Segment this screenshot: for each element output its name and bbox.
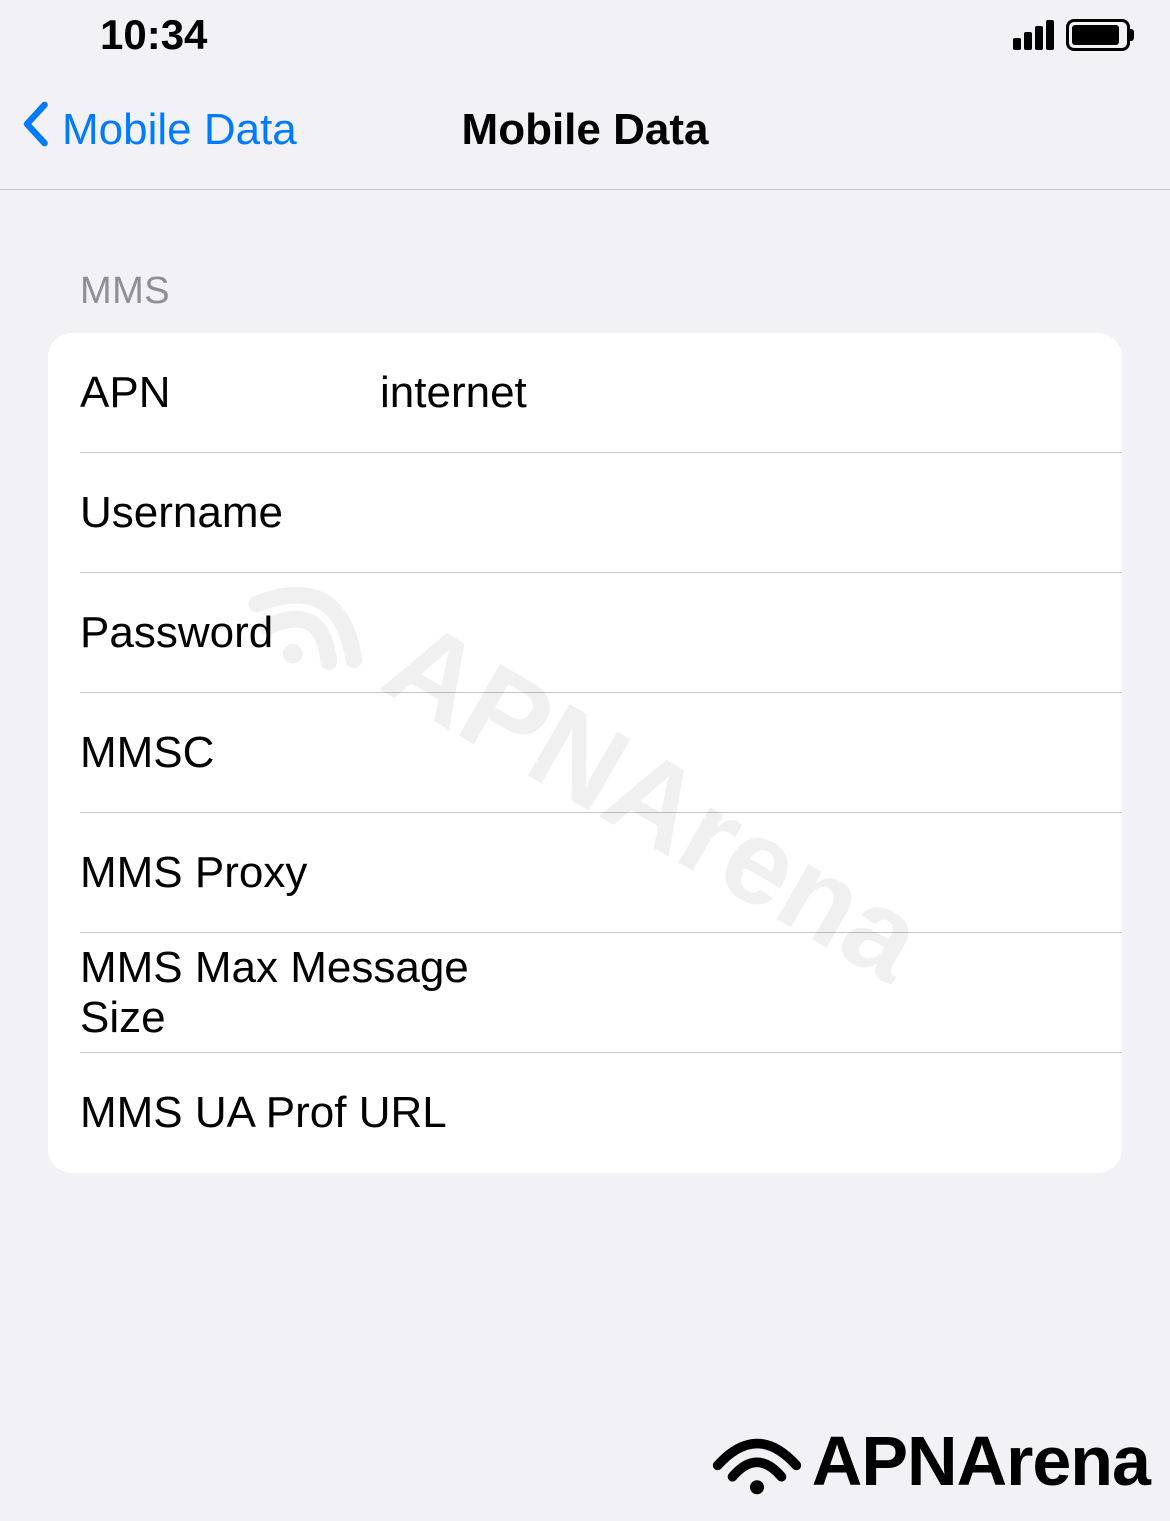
row-label: Username xyxy=(80,488,380,538)
chevron-left-icon xyxy=(20,100,50,159)
section-header-mms: MMS xyxy=(48,270,1122,313)
apn-input[interactable] xyxy=(380,368,1090,418)
row-label: Password xyxy=(80,608,380,658)
content-area: MMS APN Username Password MMSC MMS Proxy xyxy=(0,190,1170,1173)
settings-row-apn[interactable]: APN xyxy=(48,333,1122,453)
navigation-bar: Mobile Data Mobile Data xyxy=(0,70,1170,190)
row-label: APN xyxy=(80,368,380,418)
mms-proxy-input[interactable] xyxy=(380,848,1090,898)
cellular-signal-icon xyxy=(1013,20,1054,50)
settings-row-mmsc[interactable]: MMSC xyxy=(48,693,1122,813)
mms-ua-prof-input[interactable] xyxy=(515,1088,1090,1138)
settings-row-mms-proxy[interactable]: MMS Proxy xyxy=(48,813,1122,933)
row-label: MMS Max Message Size xyxy=(80,943,515,1043)
status-time: 10:34 xyxy=(100,11,207,59)
back-button[interactable]: Mobile Data xyxy=(0,100,297,159)
status-bar: 10:34 xyxy=(0,0,1170,70)
row-label: MMS UA Prof URL xyxy=(80,1088,515,1138)
status-indicators xyxy=(1013,19,1130,51)
page-title: Mobile Data xyxy=(462,105,709,155)
back-label: Mobile Data xyxy=(62,105,297,155)
settings-group-mms: APN Username Password MMSC MMS Proxy MMS… xyxy=(48,333,1122,1173)
settings-row-password[interactable]: Password xyxy=(48,573,1122,693)
footer-logo-text: APNArena xyxy=(812,1421,1150,1501)
wifi-icon xyxy=(712,1426,802,1496)
settings-row-mms-ua-prof[interactable]: MMS UA Prof URL xyxy=(48,1053,1122,1173)
mmsc-input[interactable] xyxy=(380,728,1090,778)
password-input[interactable] xyxy=(380,608,1090,658)
row-label: MMSC xyxy=(80,728,380,778)
battery-icon xyxy=(1066,19,1130,51)
row-label: MMS Proxy xyxy=(80,848,380,898)
footer-logo: APNArena xyxy=(712,1421,1150,1501)
username-input[interactable] xyxy=(380,488,1090,538)
settings-row-mms-max-size[interactable]: MMS Max Message Size xyxy=(48,933,1122,1053)
settings-row-username[interactable]: Username xyxy=(48,453,1122,573)
mms-max-size-input[interactable] xyxy=(515,968,1090,1018)
